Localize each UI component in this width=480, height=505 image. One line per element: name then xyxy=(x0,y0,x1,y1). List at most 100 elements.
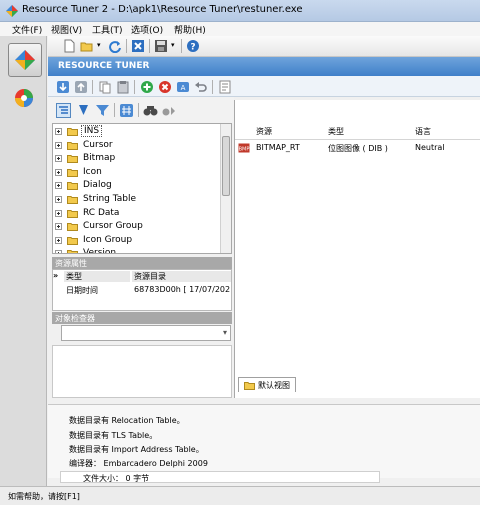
import-icon[interactable] xyxy=(56,80,70,94)
save-icon[interactable] xyxy=(154,39,168,53)
find-next-icon[interactable] xyxy=(161,103,176,118)
file-size-line: 文件大小： 0 字节 xyxy=(60,471,380,483)
tree-scrollbar[interactable] xyxy=(220,124,231,253)
inspector-panel xyxy=(52,345,232,398)
tree-item-label: Cursor Group xyxy=(83,221,143,232)
svg-text:BMP: BMP xyxy=(239,147,250,153)
header-title: RESOURCE TUNER xyxy=(58,61,150,71)
inspector-section-header[interactable]: 对象检查器 xyxy=(52,312,232,324)
log-line: 数据目录有 Relocation Table。 xyxy=(69,416,185,425)
folder-icon xyxy=(67,236,78,245)
column-resource[interactable]: 资源 xyxy=(256,126,272,137)
scrollbar-thumb[interactable] xyxy=(222,136,230,196)
column-type[interactable]: 类型 xyxy=(328,126,344,137)
binoculars-icon[interactable] xyxy=(143,103,158,118)
expand-icon[interactable] xyxy=(55,182,62,190)
tree-view-icon[interactable] xyxy=(56,103,71,118)
tree-item[interactable]: Cursor Group xyxy=(53,220,221,234)
expand-icon[interactable] xyxy=(55,155,62,163)
list-row[interactable]: BMP BITMAP_RT 位图图像 ( DIB ) Neutral xyxy=(235,141,480,155)
folder-icon xyxy=(67,196,78,204)
tree-item-label: Icon xyxy=(83,166,102,177)
tree-item-label: Version xyxy=(83,248,117,254)
row-resource: BITMAP_RT xyxy=(256,143,300,152)
menu-tools[interactable]: 工具(T) xyxy=(92,23,123,36)
menu-file[interactable]: 文件(F) xyxy=(12,23,42,36)
paste-resource-icon[interactable] xyxy=(116,80,130,94)
properties-col-type: 类型 xyxy=(64,271,130,282)
toolbar-separator xyxy=(149,39,150,53)
copy-resource-icon[interactable] xyxy=(98,80,112,94)
chevron-down-icon[interactable]: ▾ xyxy=(223,328,227,337)
tree-item-label: Icon Group xyxy=(83,234,133,245)
filter-icon[interactable] xyxy=(95,103,110,118)
tree-item[interactable]: Dialog xyxy=(53,179,221,193)
add-resource-icon[interactable] xyxy=(140,80,154,94)
expand-icon[interactable] xyxy=(55,196,62,203)
resource-tree[interactable]: INS Cursor Bitmap Icon Dialog String Table RC … xyxy=(52,123,232,254)
menu-view[interactable]: 视图(V) xyxy=(51,23,82,36)
svg-text:A: A xyxy=(181,84,186,92)
sidebar-colors-button[interactable] xyxy=(8,82,42,116)
folder-icon xyxy=(67,168,78,177)
bitmap-icon: BMP xyxy=(238,143,250,153)
expand-icon[interactable] xyxy=(55,141,62,149)
tree-item-label: Cursor xyxy=(83,139,113,150)
property-value[interactable]: 68783D00h [ 17/07/202... xyxy=(132,285,231,294)
toolbar-separator xyxy=(114,103,115,117)
open-dropdown-icon[interactable]: ▾ xyxy=(97,41,101,49)
status-bar: 如需帮助，请按[F1] xyxy=(0,486,480,505)
column-language[interactable]: 语言 xyxy=(415,126,431,137)
properties-section-header[interactable]: 资源属性 xyxy=(52,257,232,269)
tree-item[interactable]: Cursor xyxy=(53,139,221,153)
close-file-icon[interactable] xyxy=(131,39,145,53)
hex-view-icon[interactable] xyxy=(119,103,134,118)
resource-toolbar: A xyxy=(48,76,480,97)
color-wheel-icon xyxy=(15,89,33,107)
delete-resource-icon[interactable] xyxy=(158,80,172,94)
expand-icon[interactable] xyxy=(55,236,62,244)
resource-list: 资源 类型 语言 BMP BITMAP_RT 位图图像 ( DIB ) Neut… xyxy=(234,100,480,398)
language-icon[interactable]: A xyxy=(176,80,190,94)
open-folder-icon[interactable] xyxy=(80,39,94,53)
inspector-combobox[interactable]: ▾ xyxy=(61,325,231,341)
tab-default-view[interactable]: 默认视图 xyxy=(238,377,296,392)
properties-icon[interactable] xyxy=(218,80,232,94)
save-dropdown-icon[interactable]: ▾ xyxy=(171,41,175,49)
main-toolbar: ▾ ▾ ? xyxy=(48,36,480,57)
undo-icon[interactable] xyxy=(194,80,208,94)
export-icon[interactable] xyxy=(74,80,88,94)
sidebar-resource-tuner-button[interactable] xyxy=(8,43,42,77)
log-line: 编译器： Embarcadero Delphi 2009 xyxy=(69,459,208,468)
new-file-icon[interactable] xyxy=(62,39,76,53)
tree-item[interactable]: Icon xyxy=(53,166,221,180)
expand-icon[interactable] xyxy=(55,168,62,176)
folder-icon xyxy=(67,182,78,191)
expand-arrows-icon[interactable]: » xyxy=(53,271,63,280)
sort-icon[interactable] xyxy=(76,103,91,118)
tree-item[interactable]: String Table xyxy=(53,193,221,207)
tree-item[interactable]: RC Data xyxy=(53,207,221,221)
folder-icon xyxy=(67,155,78,164)
menu-help[interactable]: 帮助(H) xyxy=(174,23,206,36)
refresh-icon[interactable] xyxy=(108,39,122,53)
menu-options[interactable]: 选项(O) xyxy=(131,23,163,36)
tree-item[interactable]: Bitmap xyxy=(53,152,221,166)
list-header: 资源 类型 语言 xyxy=(235,123,480,140)
tree-item[interactable]: Icon Group xyxy=(53,234,221,248)
tree-item[interactable]: Version xyxy=(53,247,221,254)
folder-icon xyxy=(67,209,78,218)
folder-icon xyxy=(244,382,255,390)
left-sidebar xyxy=(0,36,47,486)
folder-icon xyxy=(67,141,78,150)
tree-item[interactable]: INS xyxy=(53,125,221,139)
expand-icon[interactable] xyxy=(55,128,62,135)
app-icon xyxy=(6,5,18,17)
help-icon[interactable]: ? xyxy=(186,39,200,53)
expand-icon[interactable] xyxy=(55,250,62,253)
row-language: Neutral xyxy=(415,143,445,152)
toolbar-separator xyxy=(92,80,93,94)
expand-icon[interactable] xyxy=(55,209,62,217)
expand-icon[interactable] xyxy=(55,223,62,231)
tree-item-label: INS xyxy=(81,125,103,137)
